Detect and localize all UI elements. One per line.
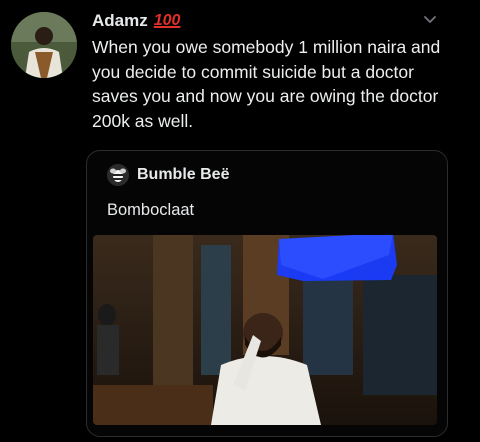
quoted-tweet-photo[interactable] xyxy=(93,235,437,425)
bee-avatar-icon[interactable] xyxy=(107,164,129,186)
quoted-author-name[interactable]: Bumble Beë xyxy=(137,166,229,184)
tweet-text: When you owe somebody 1 million naira an… xyxy=(92,37,441,131)
quoted-tweet-text: Bomboclaat xyxy=(107,201,195,219)
hundred-points-icon: 100 xyxy=(153,12,181,29)
quoted-tweet-card[interactable]: Bumble Beë Bomboclaat xyxy=(86,150,448,437)
chevron-down-icon[interactable] xyxy=(420,10,440,30)
author-name[interactable]: Adamz xyxy=(92,11,148,31)
avatar[interactable] xyxy=(11,12,77,78)
